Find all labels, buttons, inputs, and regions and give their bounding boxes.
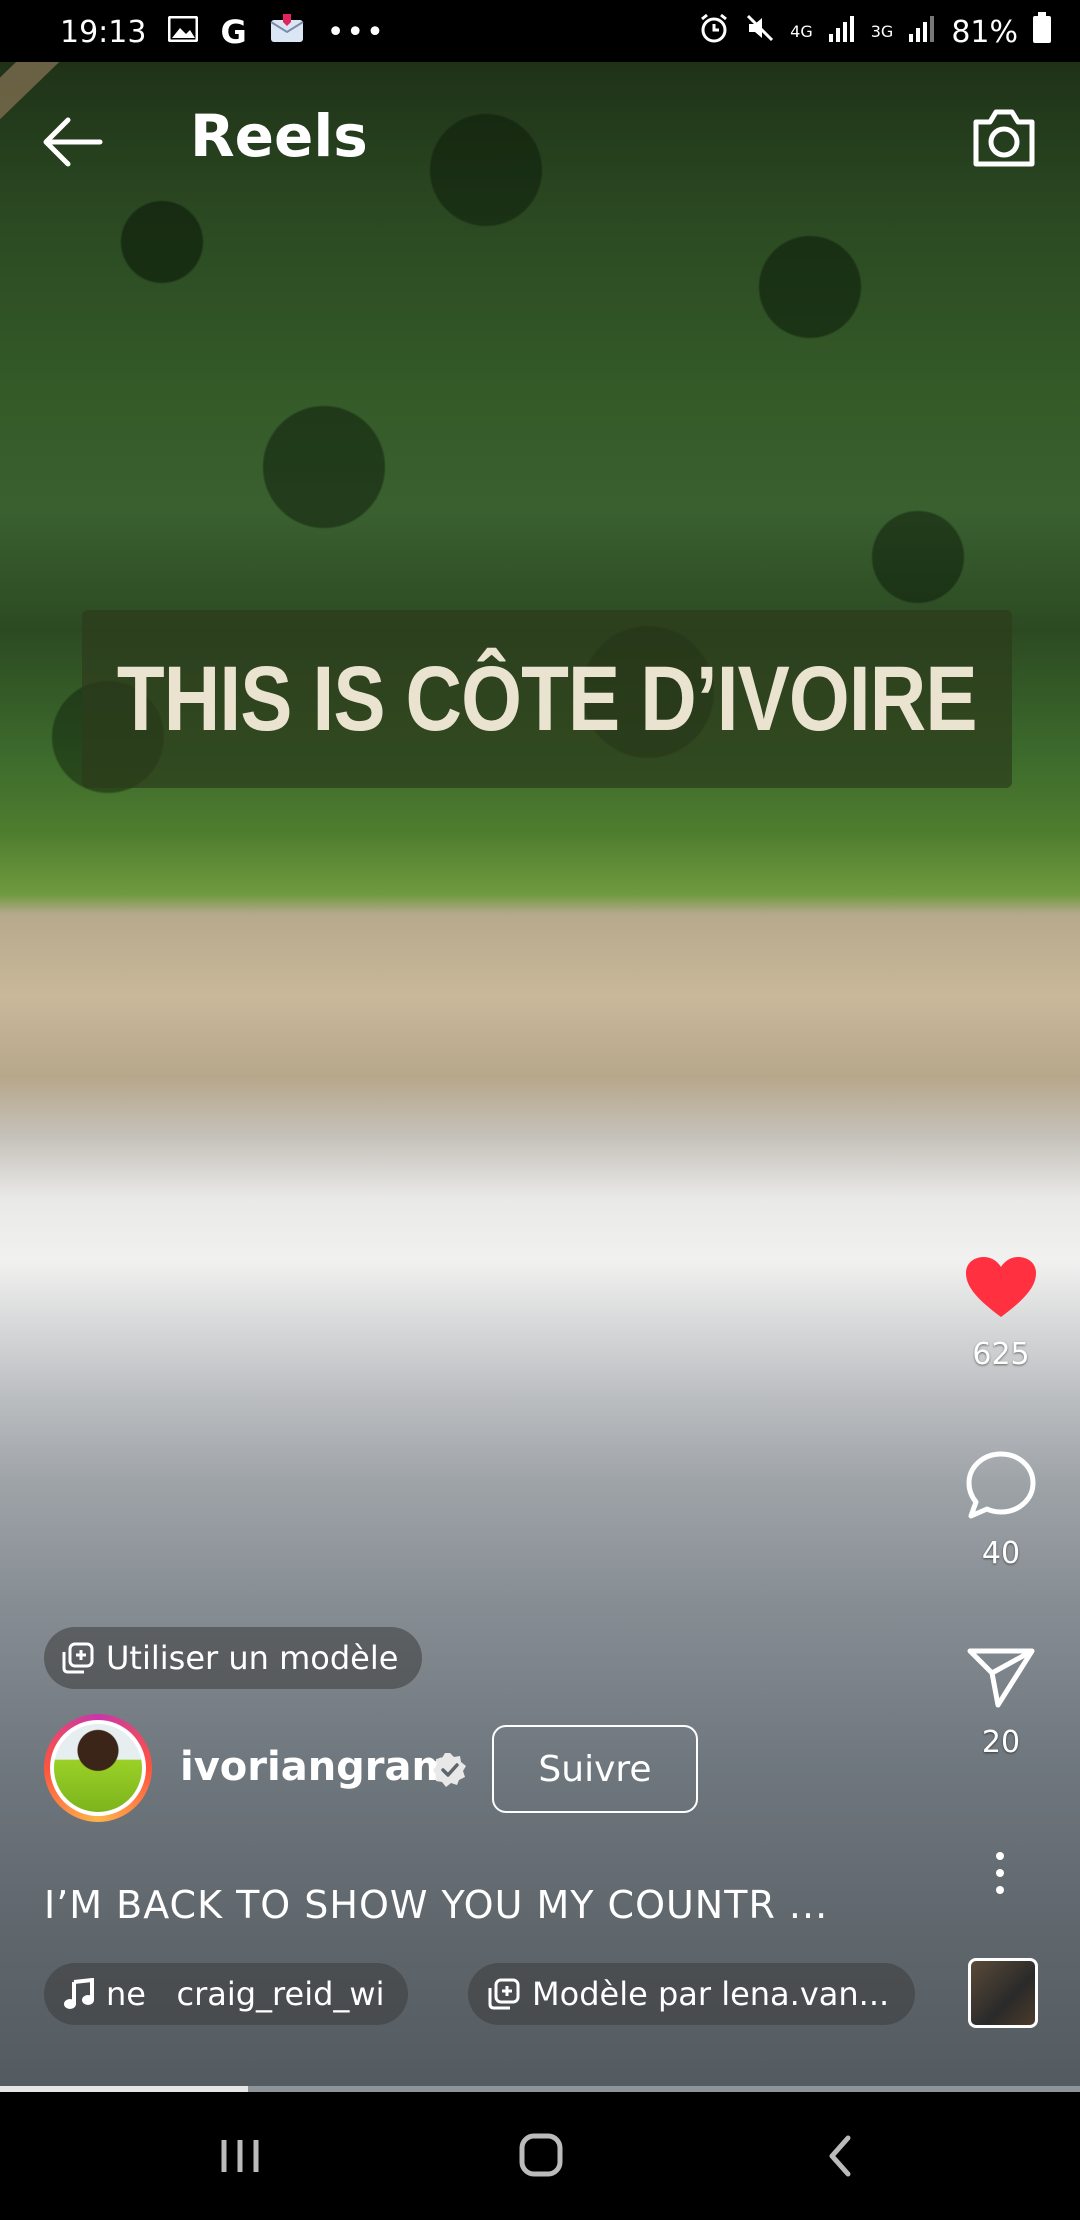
like-count: 625 — [972, 1337, 1030, 1372]
video-overlay-text: THIS IS CÔTE D’IVOIRE — [117, 647, 978, 750]
comment-count: 40 — [981, 1536, 1021, 1571]
mail-icon — [269, 12, 305, 52]
comment-icon[interactable] — [965, 1450, 1037, 1520]
alarm-icon — [698, 12, 730, 52]
chevron-left-icon — [829, 2135, 851, 2177]
google-icon: G — [220, 13, 247, 51]
more-vertical-icon — [996, 1852, 1004, 1894]
video-overlay-caption: THIS IS CÔTE D’IVOIRE — [82, 610, 1012, 788]
like-action: 625 — [946, 1255, 1056, 1372]
page-title: Reels — [190, 102, 368, 170]
music-note-icon — [64, 1978, 94, 2009]
template-icon — [62, 1642, 94, 1674]
comment-action: 40 — [946, 1450, 1056, 1571]
more-notifications-icon: ••• — [326, 14, 386, 50]
template-icon — [488, 1978, 520, 2010]
more-options-button[interactable] — [980, 1848, 1020, 1898]
avatar-ring — [50, 1720, 146, 1816]
battery-percent: 81% — [951, 14, 1018, 50]
camera-icon — [973, 109, 1035, 167]
avatar-photo — [54, 1724, 142, 1812]
use-template-label: Utiliser un modèle — [106, 1639, 399, 1677]
network-4g-label: 4G — [790, 22, 813, 41]
home-button[interactable] — [500, 2126, 580, 2186]
audio-thumbnail[interactable] — [968, 1958, 1038, 2028]
share-count: 20 — [981, 1725, 1021, 1760]
signal-icon — [827, 14, 857, 50]
audio-button[interactable]: ne craig_reid_wi — [44, 1963, 409, 2025]
post-caption[interactable]: I’M BACK TO SHOW YOU MY COUNTR ... — [44, 1883, 828, 1927]
audio-label: ne craig_reid_wi — [106, 1975, 385, 2013]
back-button[interactable] — [38, 112, 108, 172]
follow-button[interactable]: Suivre — [492, 1725, 698, 1813]
camera-button[interactable] — [968, 102, 1040, 174]
recent-apps-button[interactable] — [200, 2126, 280, 2186]
status-bar: 19:13 G ••• 4G 3G 81% — [0, 0, 1080, 62]
network-3g-label: 3G — [870, 22, 894, 41]
mute-icon — [744, 12, 776, 52]
app-bar: Reels — [0, 62, 1080, 212]
signal-icon — [907, 14, 937, 50]
status-time: 19:13 — [60, 14, 147, 50]
gallery-icon — [167, 15, 199, 50]
template-credit-button[interactable]: Modèle par lena.van... — [468, 1963, 916, 2025]
home-icon — [519, 2133, 563, 2177]
verified-badge-icon — [433, 1753, 466, 1787]
battery-icon — [1032, 12, 1052, 52]
back-nav-button[interactable] — [800, 2126, 880, 2186]
avatar[interactable] — [44, 1714, 152, 1822]
use-template-button[interactable]: Utiliser un modèle — [44, 1627, 423, 1689]
share-action: 20 — [946, 1645, 1056, 1760]
send-icon[interactable] — [966, 1645, 1036, 1709]
template-credit-label: Modèle par lena.van... — [532, 1975, 890, 2013]
arrow-left-icon — [43, 117, 103, 167]
system-nav-bar — [0, 2092, 1080, 2220]
heart-icon[interactable] — [964, 1255, 1038, 1321]
username[interactable]: ivoriangram — [180, 1744, 453, 1790]
recent-apps-icon — [221, 2140, 259, 2172]
